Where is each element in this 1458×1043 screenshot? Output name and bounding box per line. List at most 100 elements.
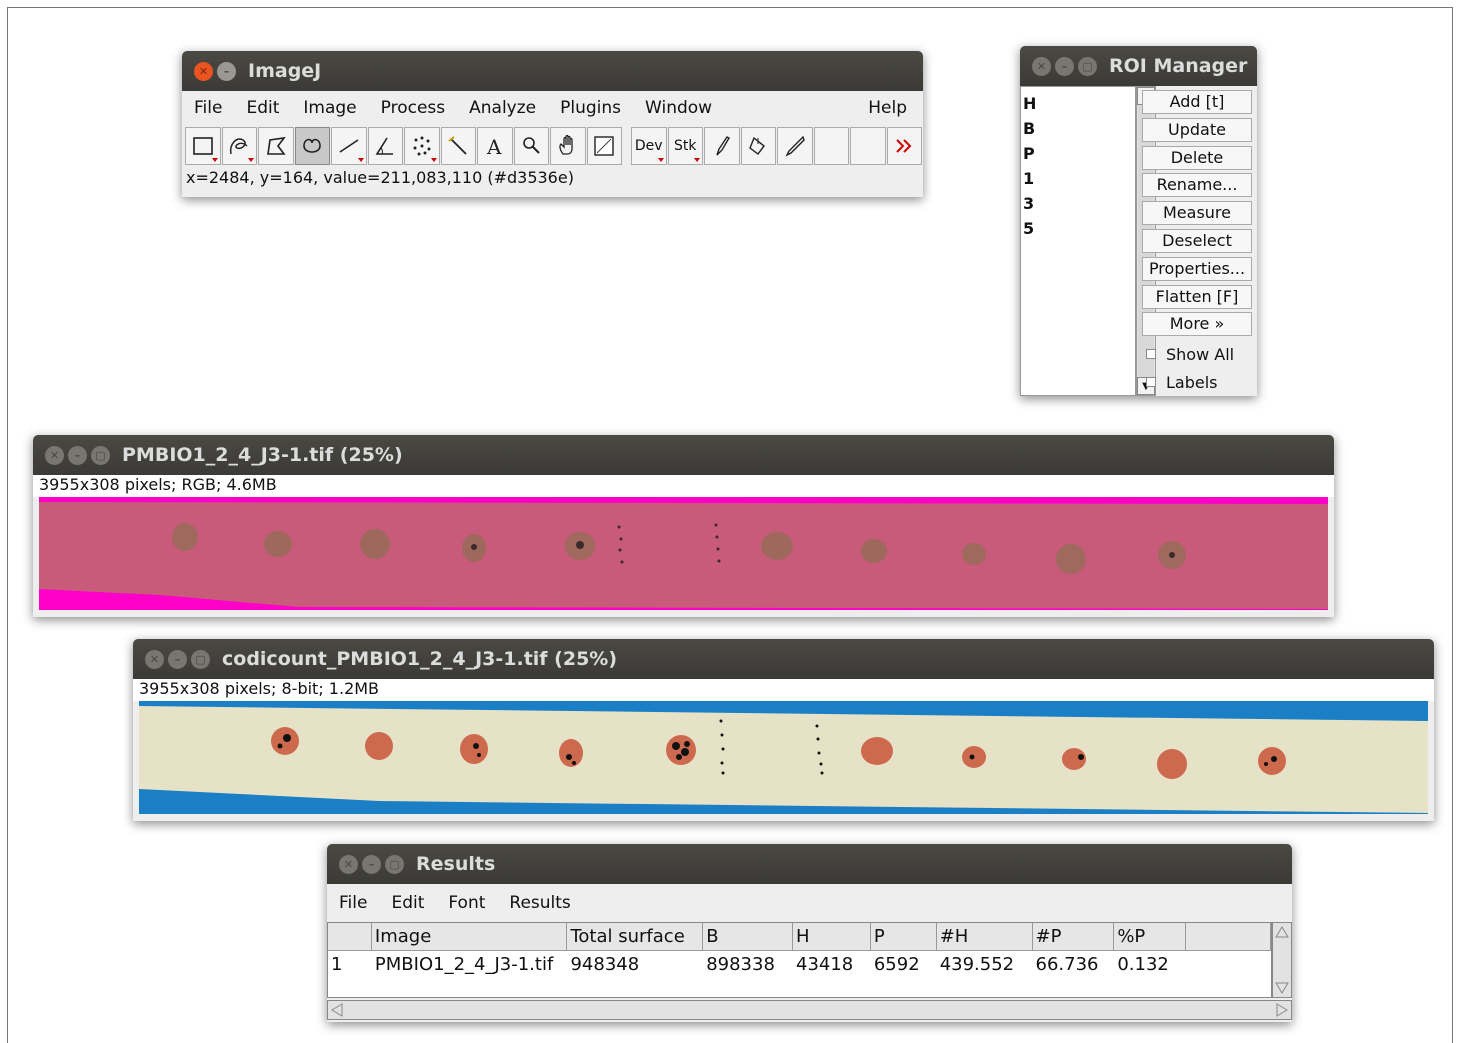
results-vertical-scrollbar[interactable]: [1272, 922, 1292, 998]
window-title: codicount_PMBIO1_2_4_J3-1.tif (25%): [222, 648, 618, 670]
stk-tool[interactable]: Stk: [667, 127, 703, 165]
deselect-button[interactable]: Deselect: [1142, 228, 1252, 253]
menu-font[interactable]: Font: [436, 893, 497, 913]
rectangle-icon: [192, 137, 213, 155]
close-icon[interactable]: ✕: [1032, 56, 1051, 76]
freehand-tool[interactable]: [221, 127, 257, 165]
checkbox-box[interactable]: [1146, 349, 1156, 360]
rectangle-tool[interactable]: [185, 127, 221, 165]
minimize-icon[interactable]: –: [362, 854, 381, 874]
close-icon[interactable]: ✕: [145, 649, 164, 669]
menu-analyze[interactable]: Analyze: [457, 98, 548, 118]
menu-help[interactable]: Help: [856, 98, 923, 118]
color-picker-tool[interactable]: [586, 127, 622, 165]
imagej-titlebar[interactable]: ✕ – ImageJ: [182, 51, 923, 91]
labels-checkbox[interactable]: Labels: [1142, 368, 1254, 396]
column-header-image[interactable]: Image: [371, 923, 568, 951]
roi-manager-titlebar[interactable]: ✕ – ▢ ROI Manager: [1020, 46, 1257, 86]
brush-icon: [716, 136, 730, 156]
menu-process[interactable]: Process: [369, 98, 458, 118]
minimize-icon[interactable]: –: [1055, 56, 1074, 76]
pencil-tool[interactable]: [777, 127, 813, 165]
column-header-count-h[interactable]: #H: [936, 923, 1033, 951]
maximize-icon[interactable]: ▢: [1078, 56, 1097, 76]
maximize-icon[interactable]: ▢: [91, 445, 110, 465]
roi-list[interactable]: H B P 1 3 5: [1020, 86, 1136, 396]
update-button[interactable]: Update: [1142, 117, 1252, 142]
scroll-right-icon[interactable]: [1273, 1001, 1291, 1019]
more-tools-button[interactable]: [886, 127, 922, 165]
flatten-button[interactable]: Flatten [F]: [1142, 284, 1252, 309]
column-header-index[interactable]: [328, 923, 372, 951]
column-header-count-p[interactable]: #P: [1032, 923, 1115, 951]
text-tool[interactable]: A: [477, 127, 513, 165]
more-button[interactable]: More »: [1142, 312, 1252, 337]
polygon-tool[interactable]: [258, 127, 294, 165]
maximize-icon[interactable]: ▢: [385, 854, 404, 874]
add-button[interactable]: Add [t]: [1142, 90, 1252, 114]
column-header-b[interactable]: B: [703, 923, 793, 951]
line-tool[interactable]: [331, 127, 367, 165]
column-header-p[interactable]: P: [870, 923, 937, 951]
list-item[interactable]: 3: [1023, 191, 1133, 216]
pencil-icon: [785, 135, 805, 157]
menu-file[interactable]: File: [182, 98, 234, 118]
hand-tool[interactable]: [550, 127, 586, 165]
table-row[interactable]: 1 PMBIO1_2_4_J3-1.tif 948348 898338 4341…: [328, 951, 1271, 979]
image-canvas[interactable]: [39, 497, 1328, 610]
column-header-total-surface[interactable]: Total surface: [567, 923, 704, 951]
results-table[interactable]: Image Total surface B H P #H #P %P 1 PMB…: [327, 922, 1272, 998]
scroll-left-icon[interactable]: [328, 1001, 346, 1019]
checkbox-box[interactable]: [1146, 377, 1156, 388]
minimize-icon[interactable]: –: [68, 445, 87, 465]
magnifier-tool[interactable]: [513, 127, 549, 165]
menu-plugins[interactable]: Plugins: [548, 98, 633, 118]
scroll-down-icon[interactable]: [1273, 979, 1291, 997]
properties-button[interactable]: Properties...: [1142, 256, 1252, 281]
delete-button[interactable]: Delete: [1142, 145, 1252, 170]
show-all-checkbox[interactable]: Show All: [1142, 340, 1254, 368]
image-titlebar[interactable]: ✕ – ▢ PMBIO1_2_4_J3-1.tif (25%): [33, 435, 1334, 475]
wand-tool[interactable]: [440, 127, 476, 165]
column-header-h[interactable]: H: [793, 923, 871, 951]
column-header-percent-p[interactable]: %P: [1114, 923, 1187, 951]
oval-tool[interactable]: [294, 127, 330, 165]
results-titlebar[interactable]: ✕ – ▢ Results: [327, 844, 1292, 884]
list-item[interactable]: P: [1023, 141, 1133, 166]
column-header-empty[interactable]: [1186, 923, 1271, 951]
close-icon[interactable]: ✕: [339, 854, 358, 874]
image-canvas[interactable]: [139, 701, 1428, 814]
polygon-icon: [266, 136, 286, 155]
image-titlebar[interactable]: ✕ – ▢ codicount_PMBIO1_2_4_J3-1.tif (25%…: [133, 639, 1434, 679]
minimize-icon[interactable]: –: [168, 649, 187, 669]
oval-icon: [303, 138, 322, 153]
close-icon[interactable]: ✕: [194, 61, 213, 81]
table-cell: 66.736: [1035, 954, 1099, 975]
rename-button[interactable]: Rename...: [1142, 173, 1252, 198]
list-item[interactable]: 1: [1023, 166, 1133, 191]
measure-button[interactable]: Measure: [1142, 201, 1252, 226]
maximize-icon[interactable]: ▢: [191, 649, 210, 669]
multipoint-tool[interactable]: [404, 127, 440, 165]
list-item[interactable]: B: [1023, 116, 1133, 141]
empty-tool-slot-1[interactable]: [813, 127, 849, 165]
empty-tool-slot-2[interactable]: [850, 127, 886, 165]
results-horizontal-scrollbar[interactable]: [327, 1000, 1292, 1020]
menu-image[interactable]: Image: [291, 98, 368, 118]
angle-tool[interactable]: [367, 127, 403, 165]
dev-tool[interactable]: Dev: [631, 127, 667, 165]
menu-window[interactable]: Window: [633, 98, 724, 118]
list-item[interactable]: 5: [1023, 216, 1133, 241]
brush-tool[interactable]: [704, 127, 740, 165]
more-tools-icon: [896, 139, 912, 153]
flood-fill-tool[interactable]: [740, 127, 776, 165]
menu-edit[interactable]: Edit: [379, 893, 436, 913]
menu-edit[interactable]: Edit: [234, 98, 291, 118]
scroll-up-icon[interactable]: [1273, 923, 1291, 941]
minimize-icon[interactable]: –: [217, 61, 236, 81]
close-icon[interactable]: ✕: [45, 445, 64, 465]
menu-file[interactable]: File: [327, 893, 379, 913]
table-cell: PMBIO1_2_4_J3-1.tif: [374, 954, 554, 975]
menu-results[interactable]: Results: [497, 893, 582, 913]
list-item[interactable]: H: [1023, 91, 1133, 116]
